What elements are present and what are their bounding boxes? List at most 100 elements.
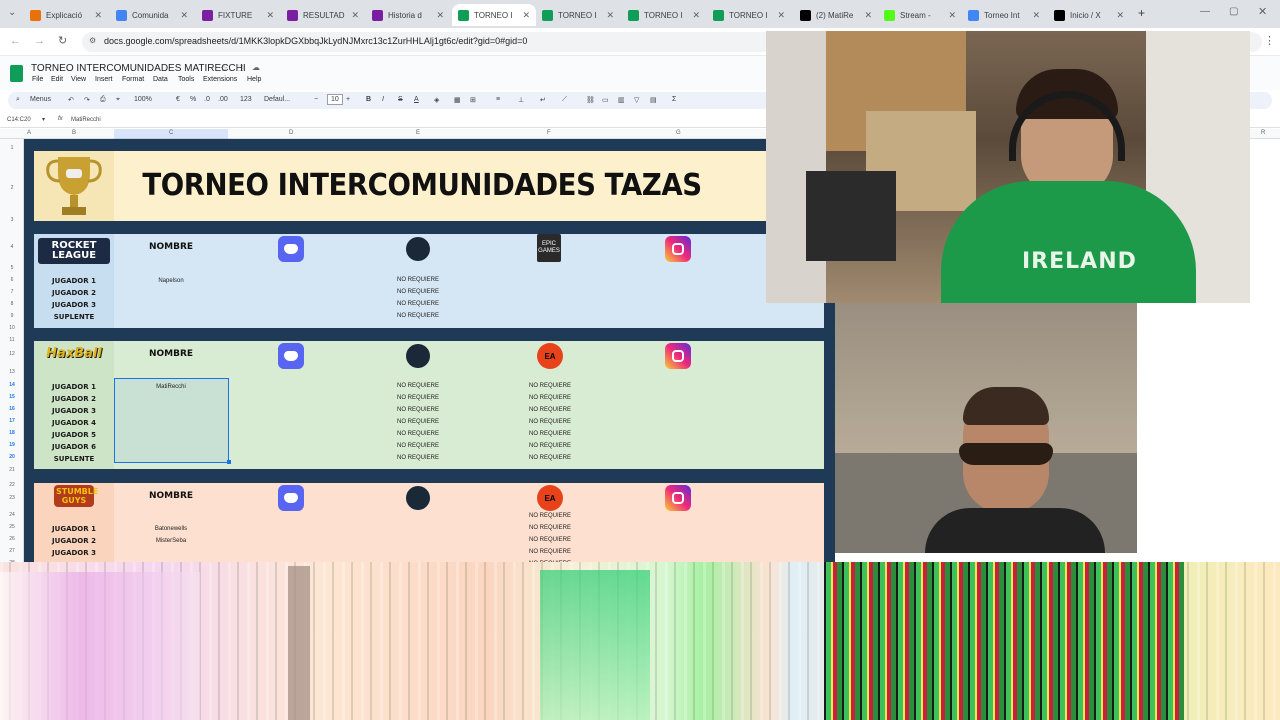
filter-icon[interactable]: ▽ [634, 96, 639, 104]
chart-icon[interactable]: ▥ [618, 96, 625, 104]
store-requirement-cell[interactable]: NO REQUIERE [485, 419, 615, 425]
merge-icon[interactable]: ⊞ [470, 96, 476, 104]
player-name-cell[interactable]: Batonewells [106, 526, 236, 532]
tab-close-icon[interactable]: ✕ [945, 10, 956, 21]
player-name-cell[interactable]: MatiRecchi [106, 384, 236, 390]
search-menus-label[interactable]: Menus [30, 96, 51, 103]
steam-requirement-cell[interactable]: NO REQUIERE [353, 443, 483, 449]
steam-requirement-cell[interactable]: NO REQUIERE [353, 313, 483, 319]
tab-close-icon[interactable]: ✕ [774, 10, 785, 21]
row-number[interactable]: 3 [0, 217, 24, 223]
row-number[interactable]: 2 [0, 185, 24, 191]
browser-tab[interactable]: Inicio / X ✕ [1048, 4, 1130, 26]
filter-views-icon[interactable]: ▤ [650, 96, 657, 104]
steam-requirement-cell[interactable]: NO REQUIERE [353, 289, 483, 295]
close-window-button[interactable]: ✕ [1258, 5, 1267, 18]
row-number[interactable]: 7 [0, 289, 24, 295]
steam-requirement-cell[interactable]: NO REQUIERE [353, 301, 483, 307]
row-number[interactable]: 17 [0, 418, 24, 424]
valign-icon[interactable]: ⊥ [518, 96, 524, 104]
number-format-button[interactable]: 123 [240, 96, 252, 103]
name-box-dropdown-icon[interactable]: ▾ [42, 116, 45, 123]
row-number[interactable]: 12 [0, 351, 24, 357]
browser-tab[interactable]: (2) MatiRe ✕ [794, 4, 878, 26]
steam-requirement-cell[interactable]: NO REQUIERE [353, 407, 483, 413]
cloud-status-icon[interactable]: ☁ [252, 63, 260, 72]
fill-color-icon[interactable]: ◈ [434, 96, 439, 104]
redo-icon[interactable]: ↷ [84, 96, 90, 104]
rotate-icon[interactable]: ⟋ [562, 96, 567, 104]
row-number[interactable]: 27 [0, 548, 24, 554]
menu-item[interactable]: View [71, 76, 86, 83]
store-requirement-cell[interactable]: NO REQUIERE [485, 383, 615, 389]
store-requirement-cell[interactable]: NO REQUIERE [485, 525, 615, 531]
formula-input[interactable]: MatiRecchi [71, 117, 101, 123]
minimize-button[interactable]: — [1200, 6, 1210, 17]
star-icon[interactable]: ☆ [220, 63, 228, 74]
menu-item[interactable]: Format [122, 76, 144, 83]
tab-close-icon[interactable]: ✕ [519, 10, 530, 21]
increase-decimal-button[interactable]: .00 [218, 96, 228, 103]
tab-close-icon[interactable]: ✕ [1029, 10, 1040, 21]
column-header[interactable]: G [676, 130, 681, 136]
tab-close-icon[interactable]: ✕ [91, 10, 102, 21]
browser-tab[interactable]: Stream - ✕ [878, 4, 962, 26]
browser-tab[interactable]: Torneo Int ✕ [962, 4, 1046, 26]
menu-item[interactable]: Data [153, 76, 168, 83]
row-number[interactable]: 14 [0, 382, 24, 388]
decrease-font-icon[interactable]: − [314, 96, 318, 103]
store-requirement-cell[interactable]: NO REQUIERE [485, 407, 615, 413]
url-text[interactable]: docs.google.com/spreadsheets/d/1MKK3lopk… [104, 36, 527, 46]
browser-tab[interactable]: TORNEO I ✕ [452, 4, 536, 26]
menu-item[interactable]: Edit [51, 76, 63, 83]
steam-requirement-cell[interactable]: NO REQUIERE [353, 431, 483, 437]
search-menus-icon[interactable]: ⌕ [16, 96, 20, 104]
store-requirement-cell[interactable]: NO REQUIERE [485, 537, 615, 543]
steam-requirement-cell[interactable]: NO REQUIERE [353, 455, 483, 461]
decrease-decimal-button[interactable]: .0 [204, 96, 210, 103]
column-header[interactable]: E [416, 130, 420, 136]
wrap-icon[interactable]: ↵ [540, 96, 546, 104]
borders-icon[interactable]: ▦ [454, 96, 461, 104]
row-number[interactable]: 1 [0, 145, 24, 151]
align-icon[interactable]: ≡ [496, 96, 500, 103]
row-number[interactable]: 4 [0, 244, 24, 250]
paint-format-icon[interactable]: ⌖ [116, 96, 120, 104]
store-requirement-cell[interactable]: NO REQUIERE [485, 549, 615, 555]
link-icon[interactable]: ⛓ [586, 96, 595, 104]
store-requirement-cell[interactable]: NO REQUIERE [485, 443, 615, 449]
tab-search-icon[interactable]: ⌄ [8, 7, 16, 18]
row-number[interactable]: 19 [0, 442, 24, 448]
tab-close-icon[interactable]: ✕ [348, 10, 359, 21]
spreadsheet-grid[interactable]: TORNEO INTERCOMUNIDADES TAZAS ROCKET LEA… [24, 139, 835, 584]
strikethrough-icon[interactable]: S [398, 96, 403, 103]
row-number[interactable]: 25 [0, 524, 24, 530]
comment-icon[interactable]: ▭ [602, 96, 609, 104]
zoom-select[interactable]: 100% [134, 96, 152, 103]
column-header[interactable]: B [72, 130, 76, 136]
tab-close-icon[interactable]: ✕ [861, 10, 872, 21]
column-header[interactable]: A [27, 130, 31, 136]
browser-tab[interactable]: TORNEO I ✕ [707, 4, 791, 26]
row-number[interactable]: 23 [0, 495, 24, 501]
row-number[interactable]: 6 [0, 277, 24, 283]
steam-requirement-cell[interactable]: NO REQUIERE [353, 277, 483, 283]
menu-item[interactable]: Tools [178, 76, 194, 83]
tab-close-icon[interactable]: ✕ [177, 10, 188, 21]
document-title[interactable]: TORNEO INTERCOMUNIDADES MATIRECCHI [31, 63, 246, 74]
name-box[interactable]: C14:C20 [7, 117, 31, 123]
reload-icon[interactable]: ↻ [58, 34, 67, 47]
print-icon[interactable]: ⎙ [100, 96, 106, 104]
menu-item[interactable]: Extensions [203, 76, 237, 83]
steam-requirement-cell[interactable]: NO REQUIERE [353, 383, 483, 389]
tab-close-icon[interactable]: ✕ [1113, 10, 1124, 21]
undo-icon[interactable]: ↶ [68, 96, 74, 104]
tab-close-icon[interactable]: ✕ [433, 10, 444, 21]
percent-button[interactable]: % [190, 96, 196, 103]
player-name-cell[interactable]: Napelson [106, 278, 236, 284]
increase-font-icon[interactable]: + [346, 96, 350, 103]
row-number[interactable]: 10 [0, 325, 24, 331]
font-size-input[interactable]: 10 [327, 94, 343, 105]
currency-button[interactable]: € [176, 96, 180, 103]
new-tab-button[interactable]: + [1138, 6, 1145, 20]
